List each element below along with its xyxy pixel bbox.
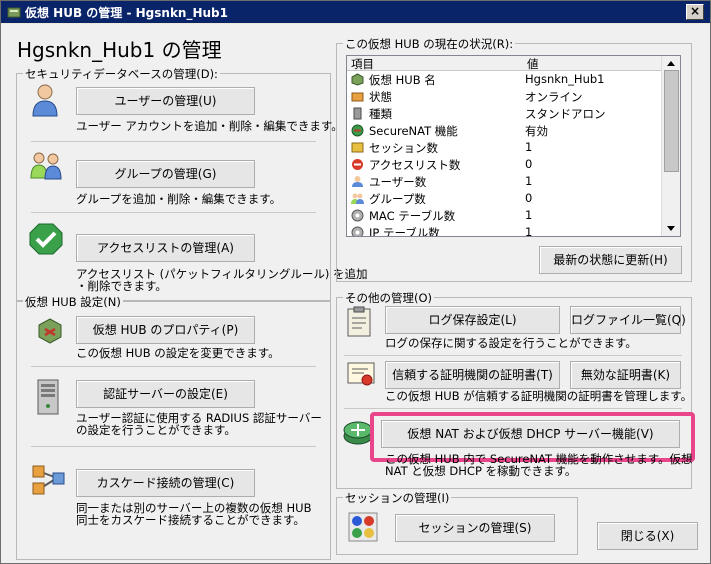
session-manager-icon <box>348 512 378 542</box>
status-row[interactable]: グループ数 0 <box>347 190 661 207</box>
status-item: IP テーブル数 <box>369 226 440 237</box>
hub-management-window: 仮想 HUB の管理 - Hgsnkn_Hub1 × Hgsnkn_Hub1 の… <box>0 0 711 564</box>
hub-properties-desc: この仮想 HUB の設定を変更できます。 <box>76 346 280 360</box>
status-value: 0 <box>525 157 533 171</box>
status-value: 1 <box>525 225 533 237</box>
client-area: Hgsnkn_Hub1 の管理 セキュリティデータベースの管理(D): ユーザー… <box>1 24 710 563</box>
divider <box>31 446 316 447</box>
status-item: 種類 <box>369 107 392 121</box>
status-value: 0 <box>525 191 533 205</box>
divider <box>344 355 682 356</box>
status-list[interactable]: 項目 値 仮想 HUB 名 Hgsnkn_Hub1 状態 オンライン 種類 スタ… <box>346 55 681 237</box>
status-list-scrollbar[interactable] <box>661 56 680 236</box>
status-item: ユーザー数 <box>369 175 427 189</box>
securenat-icon <box>351 124 364 137</box>
session-icon <box>351 142 364 153</box>
auth-server-settings-button[interactable]: 認証サーバーの設定(E) <box>76 380 255 408</box>
scroll-down-icon[interactable] <box>666 225 676 233</box>
window-close-button[interactable]: × <box>686 4 704 20</box>
hub-window-icon <box>7 7 21 18</box>
scroll-thumb[interactable] <box>664 70 679 172</box>
clipboard-icon <box>347 306 371 337</box>
divider <box>31 212 316 213</box>
user-management-button[interactable]: ユーザーの管理(U) <box>76 87 255 115</box>
trusted-ca-button[interactable]: 信頼する証明機関の証明書(T) <box>385 361 560 389</box>
refresh-button[interactable]: 最新の状態に更新(H) <box>539 246 682 274</box>
security-group: セキュリティデータベースの管理(D): ユーザーの管理(U) ユーザー アカウン… <box>16 66 367 301</box>
access-list-management-button[interactable]: アクセスリストの管理(A) <box>76 234 255 262</box>
status-item: MAC テーブル数 <box>369 209 456 223</box>
checkmark-shield-icon <box>29 223 63 255</box>
group-icon <box>351 193 364 204</box>
user-icon <box>32 84 58 117</box>
status-item: アクセスリスト数 <box>369 158 461 172</box>
status-item: 状態 <box>369 90 392 104</box>
status-row[interactable]: セッション数 1 <box>347 139 661 156</box>
status-row[interactable]: MAC テーブル数 1 <box>347 207 661 224</box>
divider <box>344 408 682 409</box>
status-value: スタンドアロン <box>525 107 606 121</box>
status-row[interactable]: ユーザー数 1 <box>347 173 661 190</box>
log-settings-button[interactable]: ログ保存設定(L) <box>385 306 560 334</box>
scroll-up-icon[interactable] <box>666 59 676 67</box>
hub-icon <box>351 73 364 86</box>
certificate-desc: この仮想 HUB が信頼する証明機関の証明書を管理します。 <box>385 389 693 403</box>
status-row[interactable]: SecureNAT 機能 有効 <box>347 122 661 139</box>
nat-desc-line2: NAT と仮想 DHCP を稼動できます。 <box>385 464 577 478</box>
column-header-value[interactable]: 値 <box>527 56 539 72</box>
type-icon <box>353 107 362 120</box>
cascade-desc-line2: 同士をカスケード接続することができます。 <box>76 513 305 527</box>
group-management-desc: グループを追加・削除・編集できます。 <box>76 192 282 206</box>
status-list-header: 項目 値 <box>347 56 661 71</box>
status-value: 1 <box>525 140 533 154</box>
column-header-item[interactable]: 項目 <box>351 56 374 72</box>
divider <box>31 366 316 367</box>
cascade-icon <box>32 465 65 495</box>
status-row[interactable]: 状態 オンライン <box>347 88 661 105</box>
user-management-desc: ユーザー アカウントを追加・削除・編集できます。 <box>76 119 343 133</box>
status-legend: この仮想 HUB の現在の状況(R): <box>343 36 516 52</box>
ip-table-icon <box>351 226 364 236</box>
status-icon <box>351 92 364 102</box>
hub-settings-group: 仮想 HUB 設定(N) 仮想 HUB のプロパティ(P) この仮想 HUB の… <box>16 294 331 560</box>
session-management-legend: セッションの管理(I) <box>343 490 452 506</box>
other-management-legend: その他の管理(O) <box>343 290 435 306</box>
group-management-button[interactable]: グループの管理(G) <box>76 160 255 188</box>
access-list-desc-line2: ・削除できます。 <box>76 279 167 293</box>
security-legend: セキュリティデータベースの管理(D): <box>23 66 220 82</box>
status-value: Hgsnkn_Hub1 <box>525 72 605 86</box>
server-icon <box>37 379 59 415</box>
log-file-list-button[interactable]: ログファイル一覧(Q) <box>570 306 686 334</box>
auth-server-desc-line2: の設定を行うことができます。 <box>76 423 236 437</box>
user-icon <box>352 176 363 187</box>
status-row[interactable]: IP テーブル数 1 <box>347 224 661 237</box>
status-value: オンライン <box>525 90 583 104</box>
divider <box>31 141 316 142</box>
status-item: セッション数 <box>369 141 438 155</box>
close-button[interactable]: 閉じる(X) <box>597 522 698 550</box>
hub-title: Hgsnkn_Hub1 の管理 <box>17 38 222 62</box>
window-title: 仮想 HUB の管理 - Hgsnkn_Hub1 <box>25 6 228 20</box>
hub-settings-legend: 仮想 HUB 設定(N) <box>23 294 123 310</box>
hub-properties-icon <box>38 318 62 344</box>
status-value: 1 <box>525 208 533 222</box>
group-icon <box>30 152 62 180</box>
hub-properties-button[interactable]: 仮想 HUB のプロパティ(P) <box>76 316 255 344</box>
title-bar[interactable]: 仮想 HUB の管理 - Hgsnkn_Hub1 × <box>1 1 710 23</box>
status-item: SecureNAT 機能 <box>369 124 458 138</box>
status-value: 1 <box>525 174 533 188</box>
session-management-button[interactable]: セッションの管理(S) <box>395 514 555 542</box>
status-row[interactable]: 仮想 HUB 名 Hgsnkn_Hub1 <box>347 71 661 88</box>
status-row[interactable]: 種類 スタンドアロン <box>347 105 661 122</box>
status-item: 仮想 HUB 名 <box>369 73 436 87</box>
certificate-icon <box>347 362 375 386</box>
status-row[interactable]: アクセスリスト数 0 <box>347 156 661 173</box>
log-desc: ログの保存に関する設定を行うことができます。 <box>385 336 637 350</box>
status-item: グループ数 <box>369 192 426 206</box>
access-list-icon <box>352 159 363 170</box>
cascade-management-button[interactable]: カスケード接続の管理(C) <box>76 469 255 497</box>
invalid-certificate-button[interactable]: 無効な証明書(K) <box>570 361 681 389</box>
mac-table-icon <box>351 209 364 222</box>
status-value: 有効 <box>525 124 548 138</box>
